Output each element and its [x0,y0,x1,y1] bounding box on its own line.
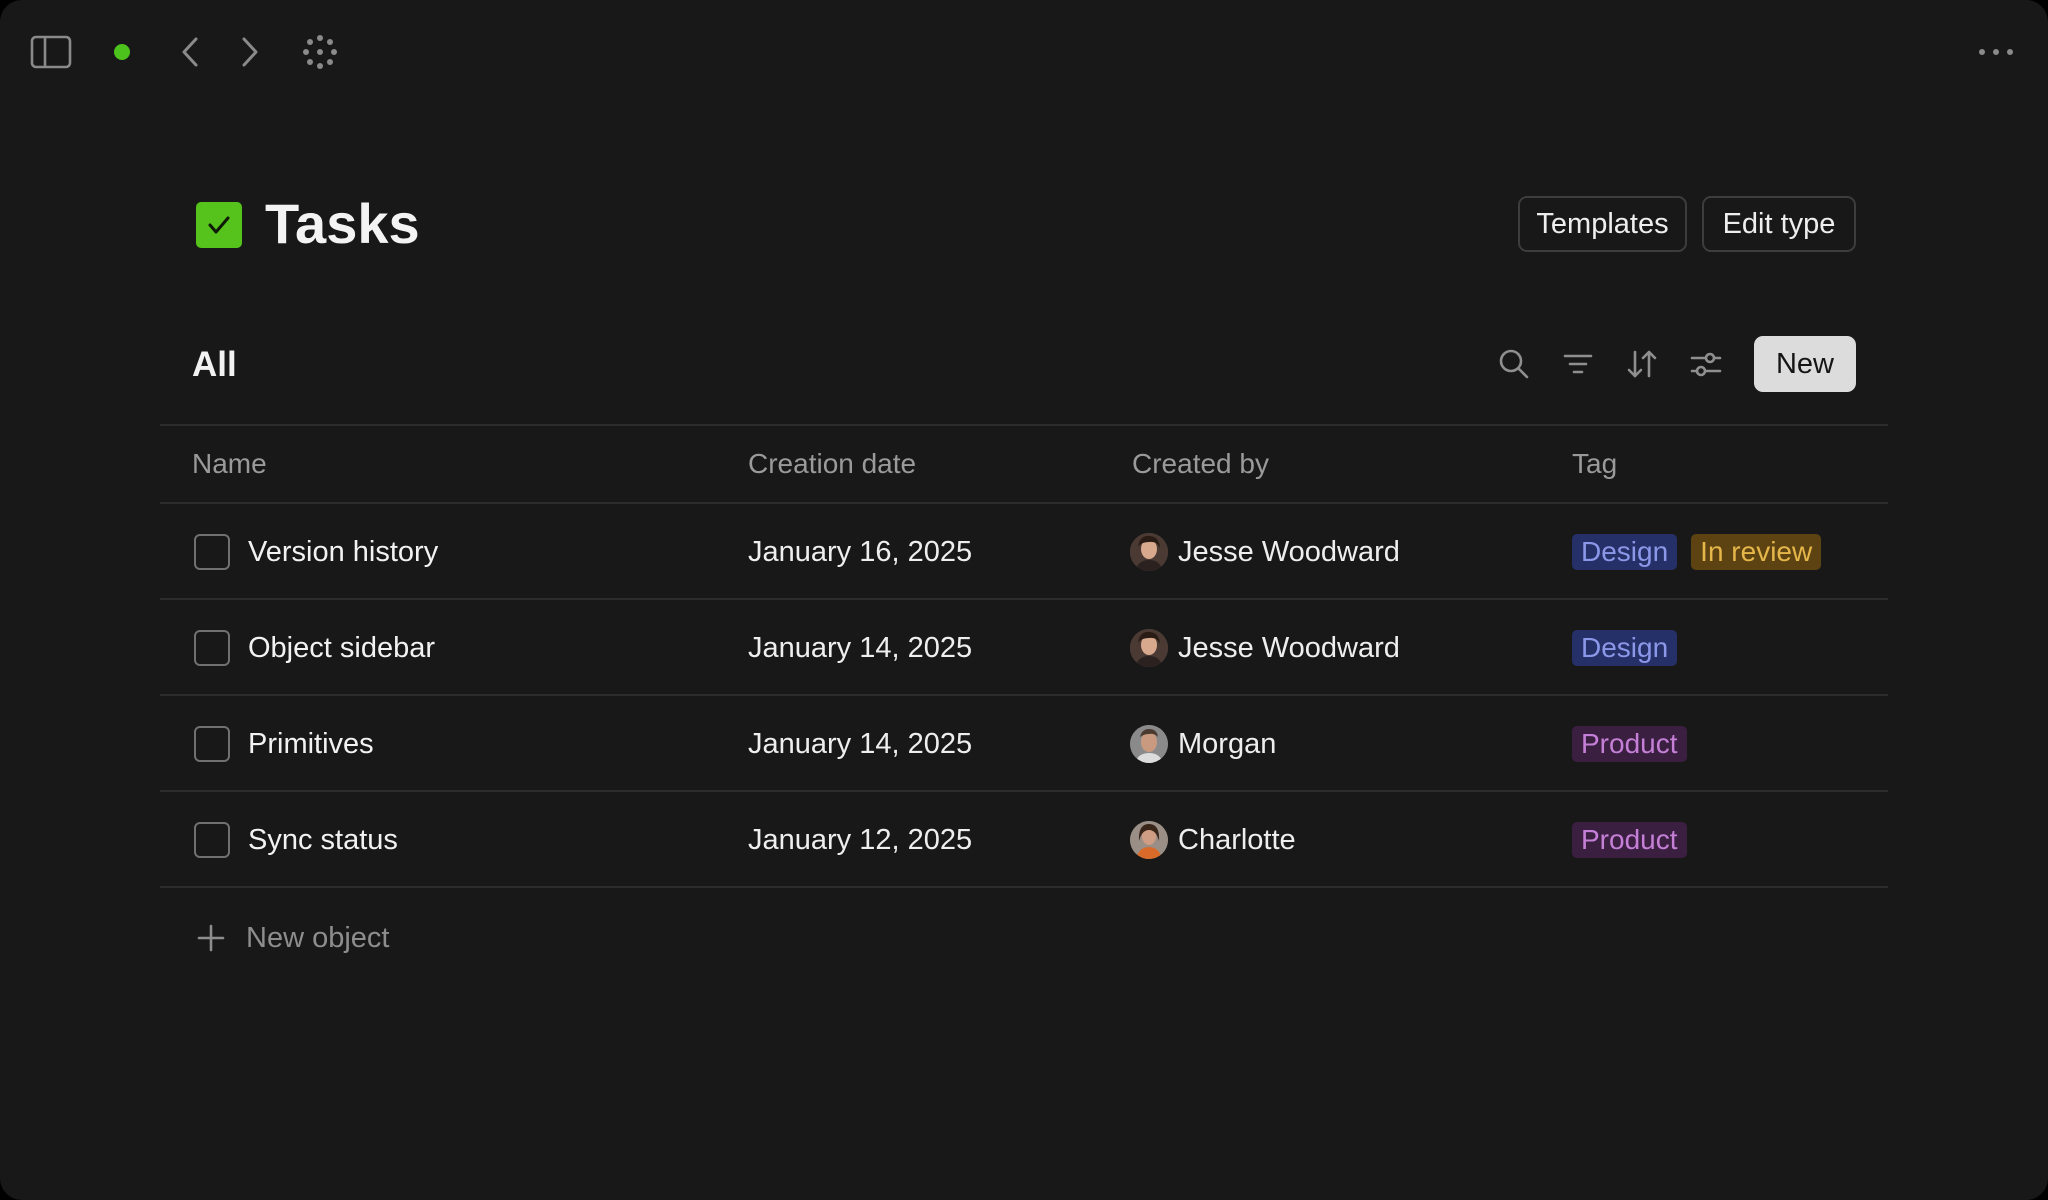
task-creation-date: January 12, 2025 [748,824,973,856]
chevron-right-icon[interactable] [236,32,264,72]
task-checkbox[interactable] [194,630,230,666]
creator-name: Morgan [1178,728,1277,760]
tag-product[interactable]: Product [1572,822,1687,858]
templates-button[interactable]: Templates [1518,196,1687,252]
creator-name: Jesse Woodward [1178,536,1400,568]
task-creation-date: January 14, 2025 [748,632,973,664]
sort-icon[interactable] [1622,344,1662,384]
tag-product[interactable]: Product [1572,726,1687,762]
sidebar-toggle-icon[interactable] [30,34,72,70]
tag-design[interactable]: Design [1572,630,1678,666]
creator-name: Charlotte [1178,824,1296,856]
column-header-created-by[interactable]: Created by [1132,446,1269,482]
task-checkbox[interactable] [194,822,230,858]
loading-spinner-icon [302,34,338,70]
view-title[interactable]: All [192,343,237,387]
app-window: Tasks Templates Edit type All New Name C… [0,0,2048,1200]
table-row[interactable]: Sync status January 12, 2025 Charlotte P… [160,792,1888,888]
page-title: Tasks [265,192,420,255]
tag-list: Design [1572,630,1678,666]
avatar [1130,533,1168,571]
task-name[interactable]: Object sidebar [248,630,435,666]
settings-sliders-icon[interactable] [1686,344,1726,384]
creator-name: Jesse Woodward [1178,632,1400,664]
table-row[interactable]: Primitives January 14, 2025 Morgan Produ… [160,696,1888,792]
column-header-name[interactable]: Name [192,446,267,482]
column-header-tag[interactable]: Tag [1572,446,1617,482]
filter-icon[interactable] [1558,344,1598,384]
task-name[interactable]: Primitives [248,726,374,762]
more-horizontal-icon[interactable] [1976,38,2016,66]
tag-in-review[interactable]: In review [1691,534,1822,570]
search-icon[interactable] [1494,344,1534,384]
table-row[interactable]: Version history January 16, 2025 Jesse W… [160,504,1888,600]
plus-icon [197,924,225,952]
page-header: Tasks Templates Edit type [196,190,1856,260]
tag-design[interactable]: Design [1572,534,1678,570]
tag-list: Design In review [1572,534,1822,570]
top-bar [0,0,2048,104]
column-header-creation-date[interactable]: Creation date [748,446,916,482]
edit-type-button[interactable]: Edit type [1702,196,1856,252]
sync-status-dot [114,44,130,60]
task-creation-date: January 14, 2025 [748,728,973,760]
avatar [1130,725,1168,763]
chevron-left-icon[interactable] [176,32,204,72]
new-button[interactable]: New [1754,336,1856,392]
avatar [1130,629,1168,667]
task-checkbox[interactable] [194,534,230,570]
task-creation-date: January 16, 2025 [748,536,973,568]
checkbox-checked-icon [196,202,242,248]
task-name[interactable]: Sync status [248,822,398,858]
new-object-label: New object [246,922,390,954]
table-row[interactable]: Object sidebar January 14, 2025 Jesse Wo… [160,600,1888,696]
avatar [1130,821,1168,859]
new-object-button[interactable]: New object [196,918,389,958]
task-checkbox[interactable] [194,726,230,762]
table-top-divider [160,424,1888,426]
task-name[interactable]: Version history [248,534,438,570]
tag-list: Product [1572,822,1687,858]
tag-list: Product [1572,726,1687,762]
